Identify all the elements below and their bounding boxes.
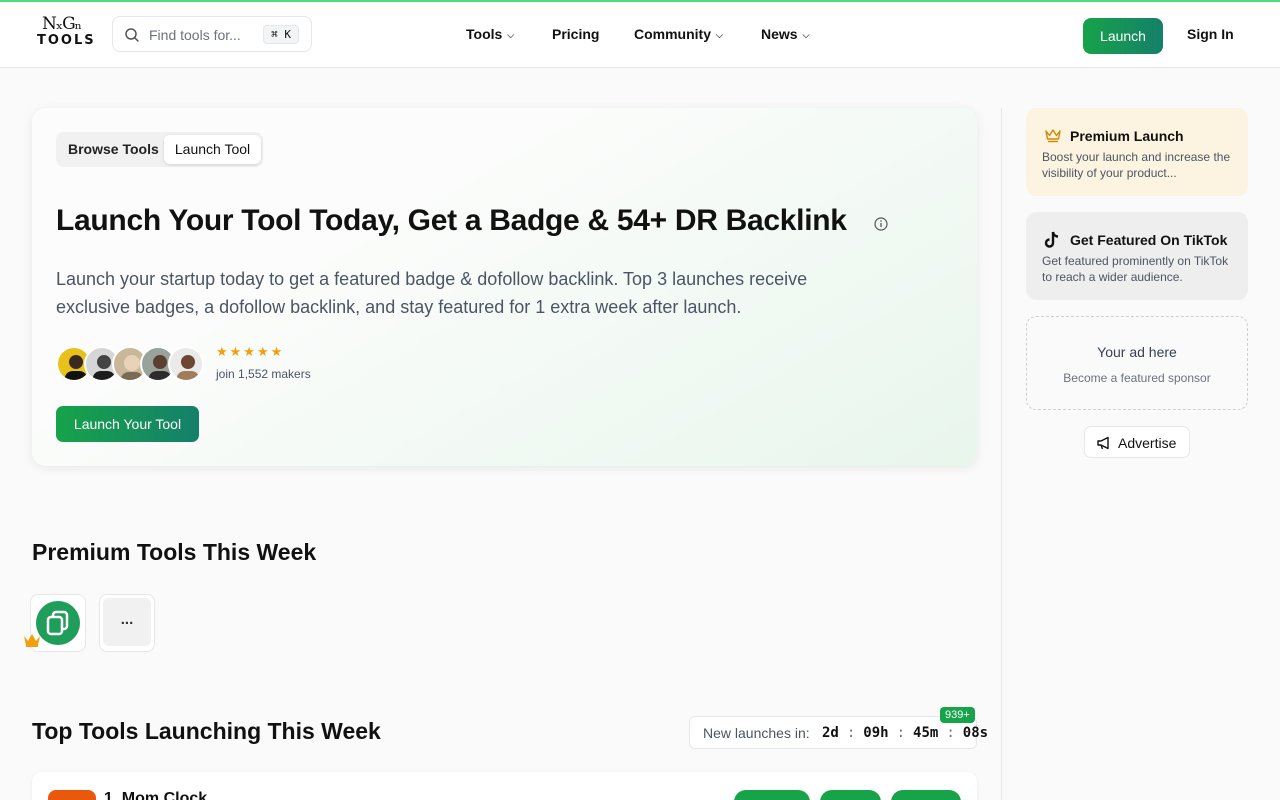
logo-mark: NₓGₙ — [42, 14, 82, 34]
countdown-days: 2d — [822, 725, 839, 741]
rating-stars: ★★★★★ — [216, 344, 285, 359]
site-logo[interactable]: NₓGₙ TOOLS — [36, 14, 94, 50]
nav-pricing[interactable]: Pricing — [552, 26, 599, 42]
join-makers-text: join 1,552 makers — [216, 367, 311, 381]
info-icon[interactable] — [874, 217, 888, 231]
crown-icon — [1045, 129, 1061, 143]
ad-placeholder[interactable]: Your ad here Become a featured sponsor — [1026, 316, 1248, 410]
hero-card: Browse Tools Launch Tool Launch Your Too… — [32, 108, 977, 466]
chevron-down-icon: ⌵ — [507, 29, 515, 40]
countdown-minutes: 45m — [913, 725, 939, 741]
launch-button[interactable]: Launch — [1083, 18, 1163, 54]
more-tools-button[interactable]: ... — [103, 598, 151, 646]
premium-launch-title: Premium Launch — [1070, 128, 1184, 144]
hero-tabs: Browse Tools Launch Tool — [56, 132, 263, 167]
nav-label: Community — [634, 26, 711, 42]
advertise-label: Advertise — [1118, 435, 1177, 451]
nav-label: Tools — [466, 26, 503, 42]
hero-description: Launch your startup today to get a featu… — [56, 269, 808, 317]
countdown-separator: : — [846, 725, 856, 741]
top-navbar: NₓGₙ TOOLS Find tools for... ⌘ K Tools ⌵ … — [0, 0, 1280, 68]
megaphone-icon — [1097, 436, 1109, 450]
tool-action-button[interactable] — [820, 790, 881, 800]
countdown-values: 2d: 09h: 45m: 08s — [822, 725, 988, 741]
tab-browse-tools[interactable]: Browse Tools — [68, 141, 159, 157]
tiktok-card-text: Get featured prominently on TikTok to re… — [1042, 254, 1229, 284]
ad-title: Your ad here — [1097, 344, 1177, 360]
nav-label: Pricing — [552, 26, 600, 42]
countdown-hours: 09h — [863, 725, 889, 741]
launch-your-tool-button[interactable]: Launch Your Tool — [56, 406, 199, 442]
chevron-down-icon: ⌵ — [716, 29, 723, 40]
premium-tools-heading: Premium Tools This Week — [32, 539, 317, 565]
search-placeholder: Find tools for... — [149, 27, 241, 43]
nav-community[interactable]: Community ⌵ — [634, 26, 723, 42]
tool-list-item[interactable]: 1. Mom Clock — [32, 772, 977, 800]
launch-count-badge: 939+ — [940, 707, 975, 723]
logo-wordmark: TOOLS — [37, 33, 96, 48]
nav-tools[interactable]: Tools ⌵ — [466, 26, 514, 42]
tab-launch-tool[interactable]: Launch Tool — [164, 135, 261, 164]
countdown-label: New launches in: — [703, 725, 810, 741]
tiktok-icon — [1044, 231, 1059, 248]
avatar — [168, 346, 204, 382]
launch-countdown: New launches in: 2d: 09h: 45m: 08s — [689, 716, 988, 749]
sidebar-divider — [1001, 108, 1002, 800]
search-shortcut: ⌘ K — [263, 25, 299, 44]
tool-thumbnail — [48, 790, 96, 800]
nav-news[interactable]: News ⌵ — [761, 26, 809, 42]
crown-icon — [24, 634, 40, 647]
sign-in-link[interactable]: Sign In — [1187, 26, 1234, 42]
tiktok-featured-card[interactable]: Get Featured On TikTok Get featured prom… — [1026, 212, 1248, 300]
top-tools-heading: Top Tools Launching This Week — [32, 718, 381, 744]
advertise-button[interactable]: Advertise — [1084, 426, 1190, 458]
countdown-separator: : — [946, 725, 955, 741]
premium-launch-card[interactable]: Premium Launch Boost your launch and inc… — [1026, 108, 1248, 196]
tool-action-button[interactable] — [734, 790, 810, 800]
premium-launch-text: Boost your launch and increase the visib… — [1042, 150, 1231, 180]
tiktok-card-title: Get Featured On TikTok — [1070, 232, 1228, 248]
search-icon — [125, 28, 139, 42]
countdown-separator: : — [896, 725, 906, 741]
countdown-seconds: 08s — [962, 725, 989, 741]
chevron-down-icon: ⌵ — [802, 29, 810, 40]
tool-action-button[interactable] — [891, 790, 961, 800]
hero-title: Launch Your Tool Today, Get a Badge & 54… — [56, 204, 847, 237]
search-input[interactable]: Find tools for... ⌘ K — [112, 16, 312, 52]
ad-subtitle: Become a featured sponsor — [1063, 371, 1211, 385]
nav-label: News — [761, 26, 798, 42]
tool-name[interactable]: 1. Mom Clock — [104, 790, 207, 800]
